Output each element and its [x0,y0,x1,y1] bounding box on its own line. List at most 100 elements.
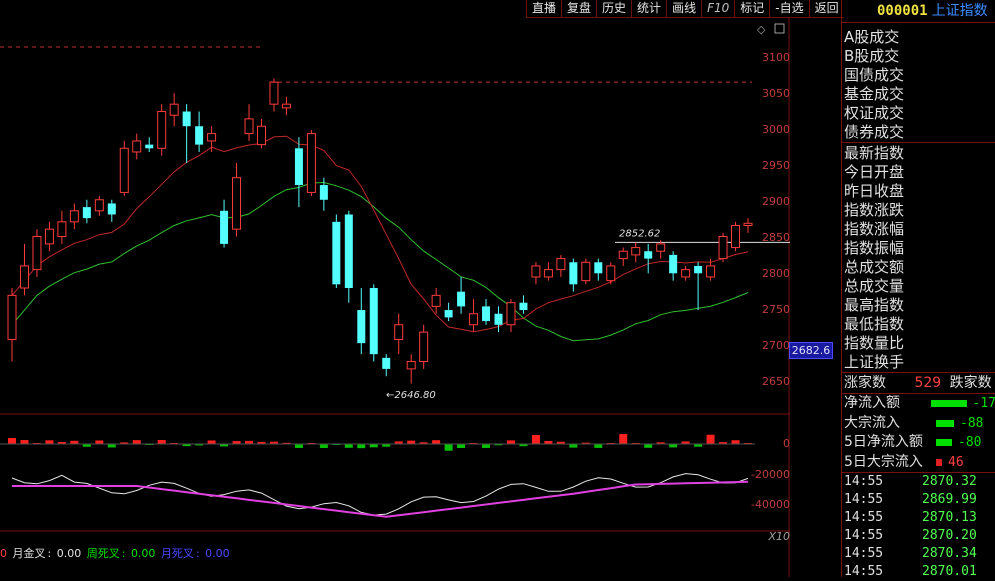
turnover-item: 债券成交 [844,123,905,141]
toolbar-live-button[interactable]: 直播 [526,0,562,18]
fund-flow-value: 46 [948,454,964,470]
indicator-bar [432,440,441,444]
tick-value: 2870.01 [922,564,977,579]
turnover-item: B股成交 [844,47,900,65]
candle-body [119,147,129,193]
tick-value: 2870.32 [922,474,977,489]
price-axis-tick: 3050 [762,87,790,100]
candle-body [606,265,616,282]
indicator-bar [157,440,166,444]
candle-body [406,361,416,370]
low-price-annotation: ←2646.80 [386,390,436,401]
fund-flow-bar [936,439,952,447]
candle-body [457,291,466,307]
price-axis-tick: 2750 [762,303,790,316]
toolbar-remove-watchlist-button[interactable]: -自选 [769,0,809,18]
fund-flow-row: 5日大宗流入 46 [842,453,995,473]
legend-monthly-death-cross-label: 月死叉 [160,547,194,560]
price-axis-tick: 2950 [762,159,790,172]
candle-body [7,294,17,340]
security-code: 000001 [877,3,928,19]
index-stat-item: 总成交量 [844,277,905,295]
toolbar-mark-button[interactable]: 标记 [734,0,770,18]
toolbar-history-button[interactable]: 历史 [596,0,632,18]
kline-chart[interactable]: 2852.62 ←2646.80 ◇ 3100 3050 3000 2950 290… [0,18,790,577]
candle-body [382,357,391,369]
candle-body [232,177,242,230]
indicator-bar [357,444,366,449]
candle-body [394,324,404,340]
candle-body [220,210,229,244]
fund-flow-label: 大宗流入 [844,414,900,431]
candle-body [556,258,566,271]
tick-list[interactable]: 14:55 2870.32 14:55 2869.99 14:55 2870.13 1… [842,473,995,581]
indicator-bar [132,440,141,444]
candle-body [494,313,503,325]
legend-weekly-death-cross-label: 周死叉 [86,547,120,560]
decliners-label: 跌家数 [949,375,992,391]
fund-flow-row: 净流入额 -17 [842,394,995,414]
tick-value: 2870.20 [922,528,977,543]
indicator-bar [506,440,515,444]
fund-flow-bar [936,419,954,427]
candle-body [306,133,316,193]
security-name[interactable]: 上证指数 [932,3,988,19]
candle-body [357,310,366,344]
toolbar-draw-button[interactable]: 画线 [666,0,702,18]
candle-body [169,103,179,116]
index-stat-item: 昨日收盘 [844,182,905,200]
candle-body [132,140,142,153]
quote-panel: 000001 上证指数 A股成交 B股成交 国债成交 基金成交 权证成交 债券成交… [841,0,995,579]
volume-axis-tick: -40000 [751,498,790,511]
candle-body [669,254,678,274]
tick-time: 14:55 [844,564,884,579]
toolbar-replay-button[interactable]: 复盘 [561,0,597,18]
turnover-item: 国债成交 [844,66,905,84]
oscillator-line-white [11,473,749,516]
indicator-bar [569,444,578,448]
tick-row: 14:55 2870.13 [842,509,995,527]
indicator-bar [107,444,116,448]
candle-body [519,302,528,311]
candle-body [581,261,591,282]
candle-body [344,214,353,288]
candle-body [107,203,116,215]
toolbar-back-button[interactable]: 返回 [808,0,844,18]
indicator-bar [457,444,466,448]
candle-body [195,126,204,145]
legend-weekly-death-cross-value: 0.00 [130,547,156,560]
turnover-item: 权证成交 [844,104,905,122]
toolbar-stats-button[interactable]: 统计 [631,0,667,18]
candle-body [506,302,516,326]
indicator-bar [731,440,740,444]
candle-body [594,262,603,274]
index-stat-item: 指数量比 [844,334,905,352]
index-stat-item: 最新指数 [844,144,905,162]
toolbar-f10-button[interactable]: F10 [701,0,735,18]
indicator-bar [95,440,104,444]
fund-flow-value: -88 [960,415,984,431]
window-icon [774,23,785,34]
fund-flow-value: -80 [958,435,982,450]
candle-body [294,148,303,186]
legend-monthly-golden-cross-value: 0.00 [56,547,82,560]
candle-body [319,185,328,200]
legend-marker: 0 [0,547,7,560]
candle-body [694,265,703,274]
kline-chart-canvas[interactable]: 2852.62 ←2646.80 ◇ [0,18,790,577]
candle-body [631,247,641,256]
price-axis-tick: 2650 [762,375,790,388]
candle-body [82,207,91,219]
tick-row: 14:55 2870.20 [842,527,995,545]
tick-row: 14:55 2870.01 [842,563,995,581]
indicator-bar [407,440,416,444]
tick-row: 14:55 2870.32 [842,473,995,491]
tick-time: 14:55 [844,492,884,507]
price-axis-tick: 2800 [762,267,790,280]
candle-body [69,210,79,223]
price-axis-tick: 2900 [762,195,790,208]
indicator-bar [207,440,216,444]
candle-body [431,294,441,307]
fund-flow-bar [936,458,942,466]
candle-body [644,251,653,259]
